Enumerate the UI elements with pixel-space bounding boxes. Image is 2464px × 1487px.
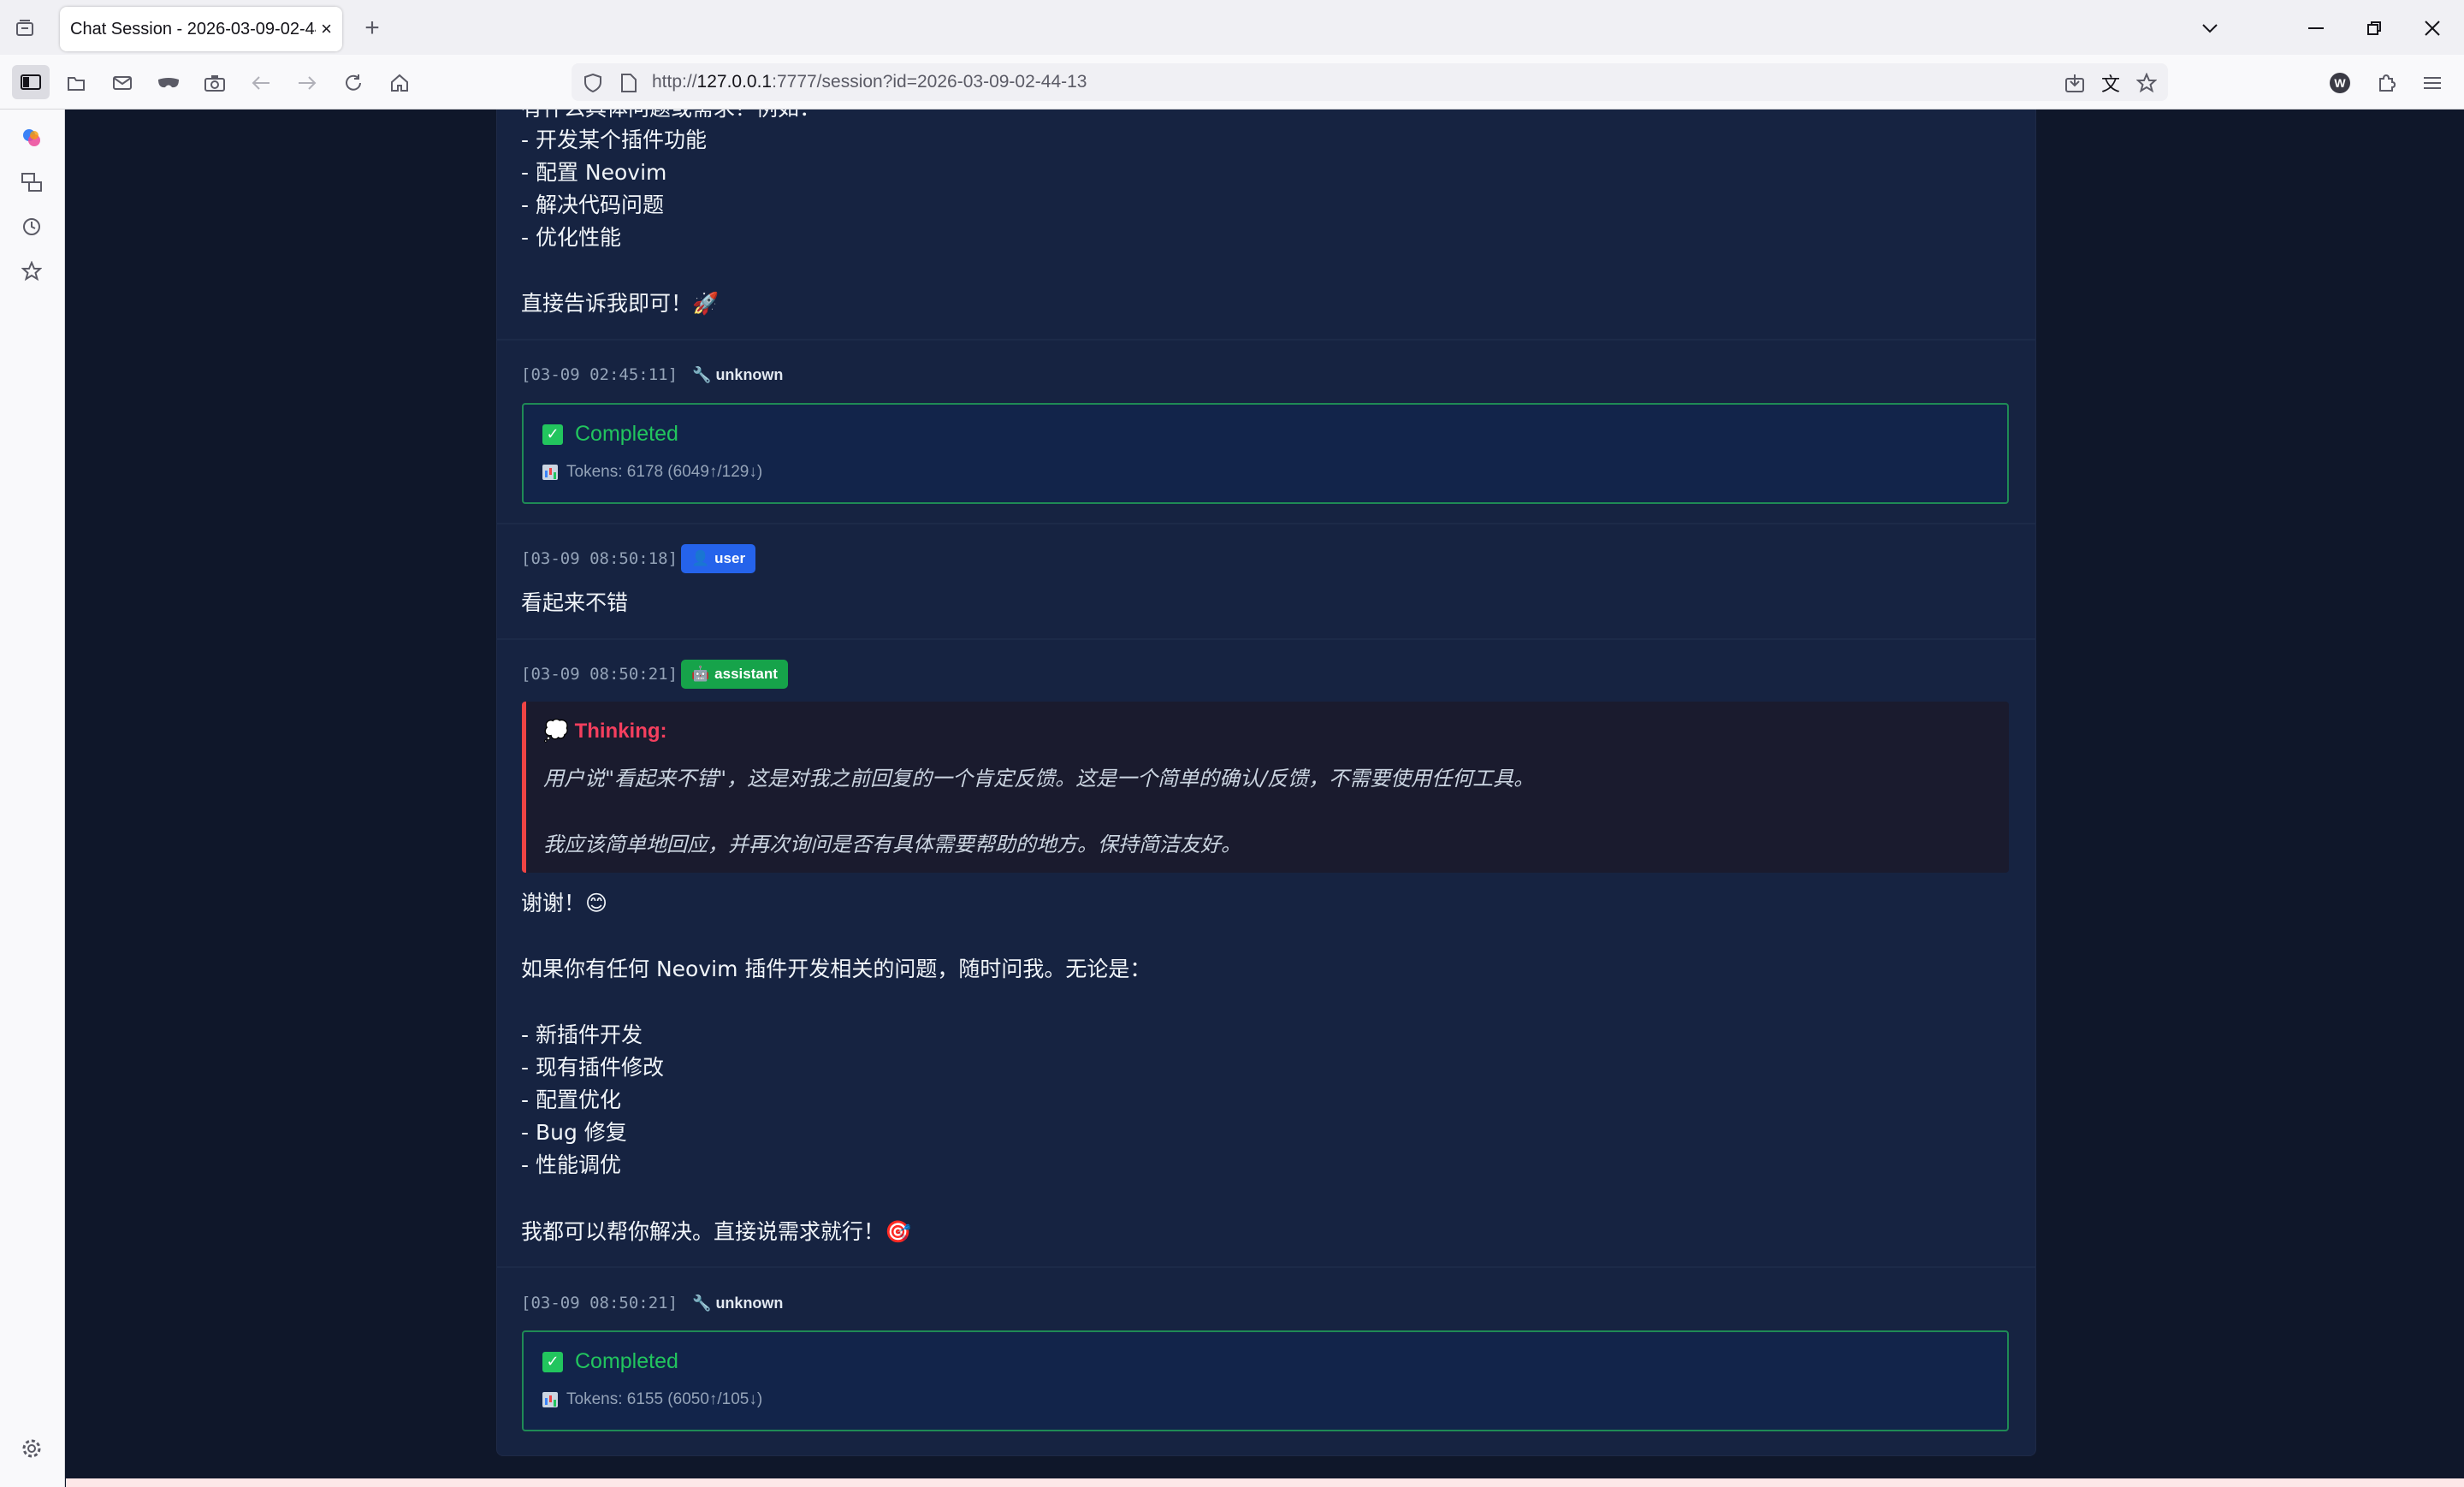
translate-icon[interactable]: 文 <box>2096 68 2125 98</box>
thought-bubble-icon: 💭 <box>543 720 569 743</box>
wrench-icon: 🔧 <box>692 1294 712 1312</box>
active-tab[interactable]: Chat Session - 2026-03-09-02-44-13 × <box>60 7 342 51</box>
star-icon[interactable] <box>2132 68 2161 98</box>
camera-icon[interactable] <box>200 68 229 98</box>
token-count: Tokens: 6155 (6050↑/105↓) <box>542 1390 762 1409</box>
url-text[interactable]: http://127.0.0.1:7777/session?id=2026-03… <box>652 70 1087 94</box>
account-icon[interactable]: W <box>2325 68 2354 98</box>
role-text: unknown <box>715 1294 784 1312</box>
thinking-title: 💭 Thinking: <box>543 719 667 744</box>
tab-title: Chat Session - 2026-03-09-02-44-13 <box>70 19 316 39</box>
chevron-down-icon[interactable] <box>2195 14 2224 43</box>
mask-icon[interactable] <box>154 68 183 98</box>
message-text: 有什么具体问题或需求？例如： <box>521 110 820 123</box>
thinking-text: 用户说"看起来不错"，这是对我之前回复的一个肯定反馈。这是一个简单的确认/反馈，… <box>543 767 1535 791</box>
timestamp: [03-09 08:50:21] <box>521 665 678 684</box>
list-item: - 性能调优 <box>521 1152 621 1177</box>
page-icon[interactable] <box>614 68 643 98</box>
svg-text:W: W <box>2334 76 2346 90</box>
thinking-block: 💭 Thinking: 用户说"看起来不错"，这是对我之前回复的一个肯定反馈。这… <box>522 702 2009 873</box>
thinking-text: 我应该简单地回应，并再次询问是否有具体需要帮助的地方。保持简洁友好。 <box>543 832 1241 856</box>
reload-icon[interactable] <box>339 68 368 98</box>
thinking-label: Thinking: <box>574 720 667 743</box>
token-text: Tokens: 6178 (6049↑/129↓) <box>566 463 763 481</box>
sync-icon[interactable] <box>17 168 46 197</box>
close-tab-button[interactable]: × <box>321 18 332 40</box>
url-path: :7777/session?id=2026-03-09-02-44-13 <box>772 72 1087 92</box>
list-item: - 配置优化 <box>521 1087 621 1112</box>
list-item: - 新插件开发 <box>521 1022 643 1047</box>
tab-bar: Chat Session - 2026-03-09-02-44-13 × + <box>0 0 2464 55</box>
list-item: - 优化性能 <box>521 225 621 250</box>
role-text: unknown <box>715 366 784 383</box>
bookmarks-icon[interactable] <box>17 257 46 286</box>
back-icon[interactable] <box>246 68 275 98</box>
close-icon[interactable] <box>2418 14 2447 43</box>
assistant-badge: 🤖 assistant <box>681 660 788 689</box>
message-divider <box>496 1266 2036 1268</box>
restore-icon[interactable] <box>2360 14 2389 43</box>
token-text: Tokens: 6155 (6050↑/105↓) <box>566 1390 763 1408</box>
check-icon: ✓ <box>542 424 563 445</box>
list-item: - 现有插件修改 <box>521 1055 664 1080</box>
wrench-icon: 🔧 <box>692 366 712 383</box>
page-content: 有什么具体问题或需求？例如： - 开发某个插件功能 - 配置 Neovim - … <box>66 110 2464 1478</box>
timestamp: [03-09 02:45:11] <box>521 365 678 384</box>
shield-icon[interactable] <box>578 68 607 98</box>
home-icon[interactable] <box>385 68 414 98</box>
user-message-text: 看起来不错 <box>521 590 629 615</box>
token-count: Tokens: 6178 (6049↑/129↓) <box>542 463 762 482</box>
timestamp: [03-09 08:50:18] <box>521 549 678 568</box>
user-badge: 👤 user <box>681 544 756 573</box>
message-text: 谢谢！😊 <box>521 891 608 915</box>
settings-icon[interactable] <box>17 1434 46 1463</box>
list-all-tabs-icon[interactable] <box>10 15 39 41</box>
message-divider <box>496 523 2036 524</box>
completed-title: ✓ Completed <box>542 422 678 447</box>
timestamp: [03-09 08:50:21] <box>521 1294 678 1312</box>
url-host: 127.0.0.1 <box>696 72 773 92</box>
message-divider <box>496 339 2036 341</box>
minimize-icon[interactable] <box>2301 14 2331 43</box>
list-item: - 配置 Neovim <box>521 160 667 185</box>
completed-title: ✓ Completed <box>542 1349 678 1374</box>
list-item: - Bug 修复 <box>521 1120 627 1145</box>
sidebar-toggle-icon[interactable] <box>12 65 50 99</box>
forward-icon[interactable] <box>293 68 322 98</box>
bar-chart-icon <box>542 1392 558 1407</box>
message-divider <box>496 638 2036 640</box>
bar-chart-icon <box>542 465 558 480</box>
role-label: 🔧 unknown <box>692 363 783 387</box>
message-text: 我都可以帮你解决。直接说需求就行！🎯 <box>521 1219 912 1244</box>
history-icon[interactable] <box>17 212 46 241</box>
message-text: 直接告诉我即可！🚀 <box>521 291 720 316</box>
url-prefix: http:// <box>652 72 697 92</box>
list-item: - 解决代码问题 <box>521 193 664 217</box>
role-text: user <box>714 550 746 566</box>
download-icon[interactable] <box>2060 68 2089 98</box>
folder-icon[interactable] <box>62 68 91 98</box>
new-tab-button[interactable]: + <box>358 14 387 43</box>
bottom-strip <box>66 1478 2464 1487</box>
menu-icon[interactable] <box>2418 68 2447 98</box>
completed-label: Completed <box>575 1349 678 1373</box>
list-item: - 开发某个插件功能 <box>521 127 707 152</box>
completed-box: ✓ Completed Tokens: 6178 (6049↑/129↓) <box>522 403 2009 504</box>
message-text: 如果你有任何 Neovim 插件开发相关的问题，随时问我。无论是： <box>521 957 1152 981</box>
user-icon: 👤 <box>691 550 710 566</box>
robot-icon: 🤖 <box>691 666 710 682</box>
browser-sidebar <box>0 110 65 1487</box>
extensions-icon[interactable] <box>2372 68 2401 98</box>
role-text: assistant <box>714 666 778 682</box>
role-label: 🔧 unknown <box>692 1291 783 1315</box>
check-icon: ✓ <box>542 1351 563 1372</box>
completed-box: ✓ Completed Tokens: 6155 (6050↑/105↓) <box>522 1330 2009 1431</box>
mail-icon[interactable] <box>108 68 137 98</box>
completed-label: Completed <box>575 422 678 446</box>
copilot-icon[interactable] <box>17 123 46 152</box>
